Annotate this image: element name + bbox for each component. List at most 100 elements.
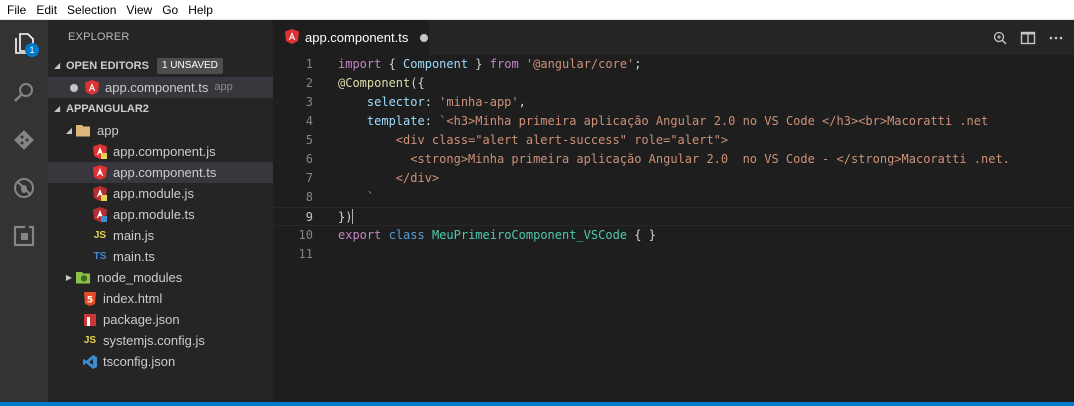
code-line[interactable]: 4 template: `<h3>Minha primeira aplicaçã… — [273, 112, 1074, 131]
code-line[interactable]: 9}) — [273, 207, 1074, 226]
tree-item-package-json[interactable]: package.json — [48, 309, 273, 330]
extensions-activity[interactable] — [0, 212, 48, 260]
tree-item-label: tsconfig.json — [103, 354, 176, 369]
menu-file[interactable]: File — [2, 0, 31, 20]
code-token: ; — [634, 57, 642, 71]
tab-label: app.component.ts — [305, 30, 409, 45]
chevron-down-icon: ◢ — [65, 126, 73, 135]
code-line[interactable]: 10 export class MeuPrimeiroComponent_VSCo… — [273, 226, 1074, 245]
code-token: selector — [338, 95, 425, 109]
search-activity[interactable] — [0, 68, 48, 116]
split-editor-icon[interactable] — [1020, 30, 1036, 46]
tree-item-tsconfig[interactable]: tsconfig.json — [48, 351, 273, 372]
code-line[interactable]: 2 @Component({ — [273, 74, 1074, 93]
menu-help[interactable]: Help — [183, 0, 218, 20]
code-token: `<h3>Minha primeira aplicação Angular 2.… — [439, 114, 989, 128]
angular-ts-icon — [92, 207, 108, 223]
angular-ts-icon — [92, 165, 108, 181]
tree-item-main-ts[interactable]: TS main.ts — [48, 246, 273, 267]
debug-activity[interactable] — [0, 164, 48, 212]
tree-item-label: main.js — [113, 228, 155, 243]
code-token: : — [424, 95, 440, 109]
extensions-icon — [13, 225, 35, 247]
menu-edit[interactable]: Edit — [31, 0, 62, 20]
code-line[interactable]: 5 <div class="alert alert-success" role=… — [273, 131, 1074, 150]
code-text: </div> — [338, 169, 439, 188]
code-token: from — [489, 57, 519, 71]
tree-item-label: app — [97, 123, 119, 138]
tree-item-index-html[interactable]: 5 index.html — [48, 288, 273, 309]
more-actions-icon[interactable] — [1048, 30, 1064, 46]
tree-item-app-component-js[interactable]: app.component.js — [48, 141, 273, 162]
git-activity[interactable] — [0, 116, 48, 164]
tree-item-label: index.html — [103, 291, 163, 306]
tree-item-app-module-js[interactable]: app.module.js — [48, 183, 273, 204]
code-token: @Component — [338, 76, 411, 90]
line-number: 9 — [305, 210, 313, 224]
menu-go[interactable]: Go — [157, 0, 183, 20]
code-line[interactable]: 1 import { Component } from '@angular/cor… — [273, 55, 1074, 74]
line-number: 11 — [298, 247, 313, 261]
line-number: 2 — [305, 76, 313, 90]
code-token: <strong>Minha primeira aplicação Angular… — [338, 152, 1010, 166]
code-token: { } — [627, 228, 656, 242]
open-editors-header[interactable]: ◢ OPEN EDITORS 1 UNSAVED — [48, 55, 273, 77]
code-text: <div class="alert alert-success" role="a… — [338, 131, 728, 150]
line-number: 6 — [305, 152, 313, 166]
tree-item-systemjs-config[interactable]: JS systemjs.config.js — [48, 330, 273, 351]
code-text: template: `<h3>Minha primeira aplicação … — [338, 112, 988, 131]
search-icon — [14, 83, 33, 102]
explorer-sidebar: EXPLORER ◢ OPEN EDITORS 1 UNSAVED app.co… — [48, 20, 273, 402]
line-number: 4 — [305, 114, 313, 128]
tree-item-label: main.ts — [113, 249, 155, 264]
code-text: }) — [338, 208, 354, 227]
tree-item-app-folder[interactable]: ◢ app — [48, 120, 273, 141]
tree-item-app-component-ts[interactable]: app.component.ts — [48, 162, 273, 183]
tree-item-node-modules[interactable]: ▶ node_modules — [48, 267, 273, 288]
code-editor[interactable]: 1 import { Component } from '@angular/cor… — [273, 55, 1074, 402]
code-token: Component — [403, 57, 469, 71]
angular-js-icon — [92, 186, 108, 202]
code-line[interactable]: 8 ` — [273, 188, 1074, 207]
menu-view[interactable]: View — [121, 0, 157, 20]
tree-item-main-js[interactable]: JS main.js — [48, 225, 273, 246]
code-text: ` — [338, 188, 374, 207]
line-number: 1 — [305, 57, 313, 71]
open-editor-item[interactable]: app.component.ts app — [48, 77, 273, 98]
unsaved-badge: 1 UNSAVED — [156, 58, 223, 74]
menu-selection[interactable]: Selection — [62, 0, 121, 20]
code-line[interactable]: 11 — [273, 245, 1074, 264]
tab-app-component-ts[interactable]: app.component.ts — [273, 20, 429, 55]
code-line[interactable]: 6 <strong>Minha primeira aplicação Angul… — [273, 150, 1074, 169]
line-number: 10 — [298, 228, 313, 242]
code-line[interactable]: 3 selector: 'minha-app', — [273, 93, 1074, 112]
activity-bar: 1 — [0, 20, 48, 402]
tree-item-label: app.component.js — [113, 144, 216, 159]
editor-tabs: app.component.ts — [273, 20, 1074, 55]
unsaved-dot-icon[interactable] — [420, 33, 429, 42]
status-bar — [0, 402, 1074, 406]
project-header[interactable]: ◢ APPANGULAR2 — [48, 98, 273, 120]
code-token: ({ — [410, 76, 425, 90]
tree-item-label: app.module.js — [113, 186, 194, 201]
code-line[interactable]: 7 </div> — [273, 169, 1074, 188]
git-icon — [14, 130, 34, 150]
code-token: { — [381, 57, 404, 71]
code-token: 'minha-app' — [439, 95, 519, 109]
menu-bar: File Edit Selection View Go Help — [0, 0, 1074, 20]
code-token: </div> — [338, 171, 440, 185]
open-editors-label: OPEN EDITORS — [66, 60, 149, 72]
code-token: class — [388, 228, 425, 242]
tree-item-label: package.json — [103, 312, 180, 327]
unsaved-dot-icon[interactable] — [70, 83, 78, 92]
open-changes-icon[interactable] — [992, 30, 1008, 46]
tree-item-app-module-ts[interactable]: app.module.ts — [48, 204, 273, 225]
code-text: @Component({ — [338, 74, 425, 93]
explorer-activity[interactable]: 1 — [0, 20, 48, 68]
js-icon: JS — [83, 335, 97, 346]
js-icon: JS — [93, 230, 107, 241]
code-token: : — [424, 114, 440, 128]
